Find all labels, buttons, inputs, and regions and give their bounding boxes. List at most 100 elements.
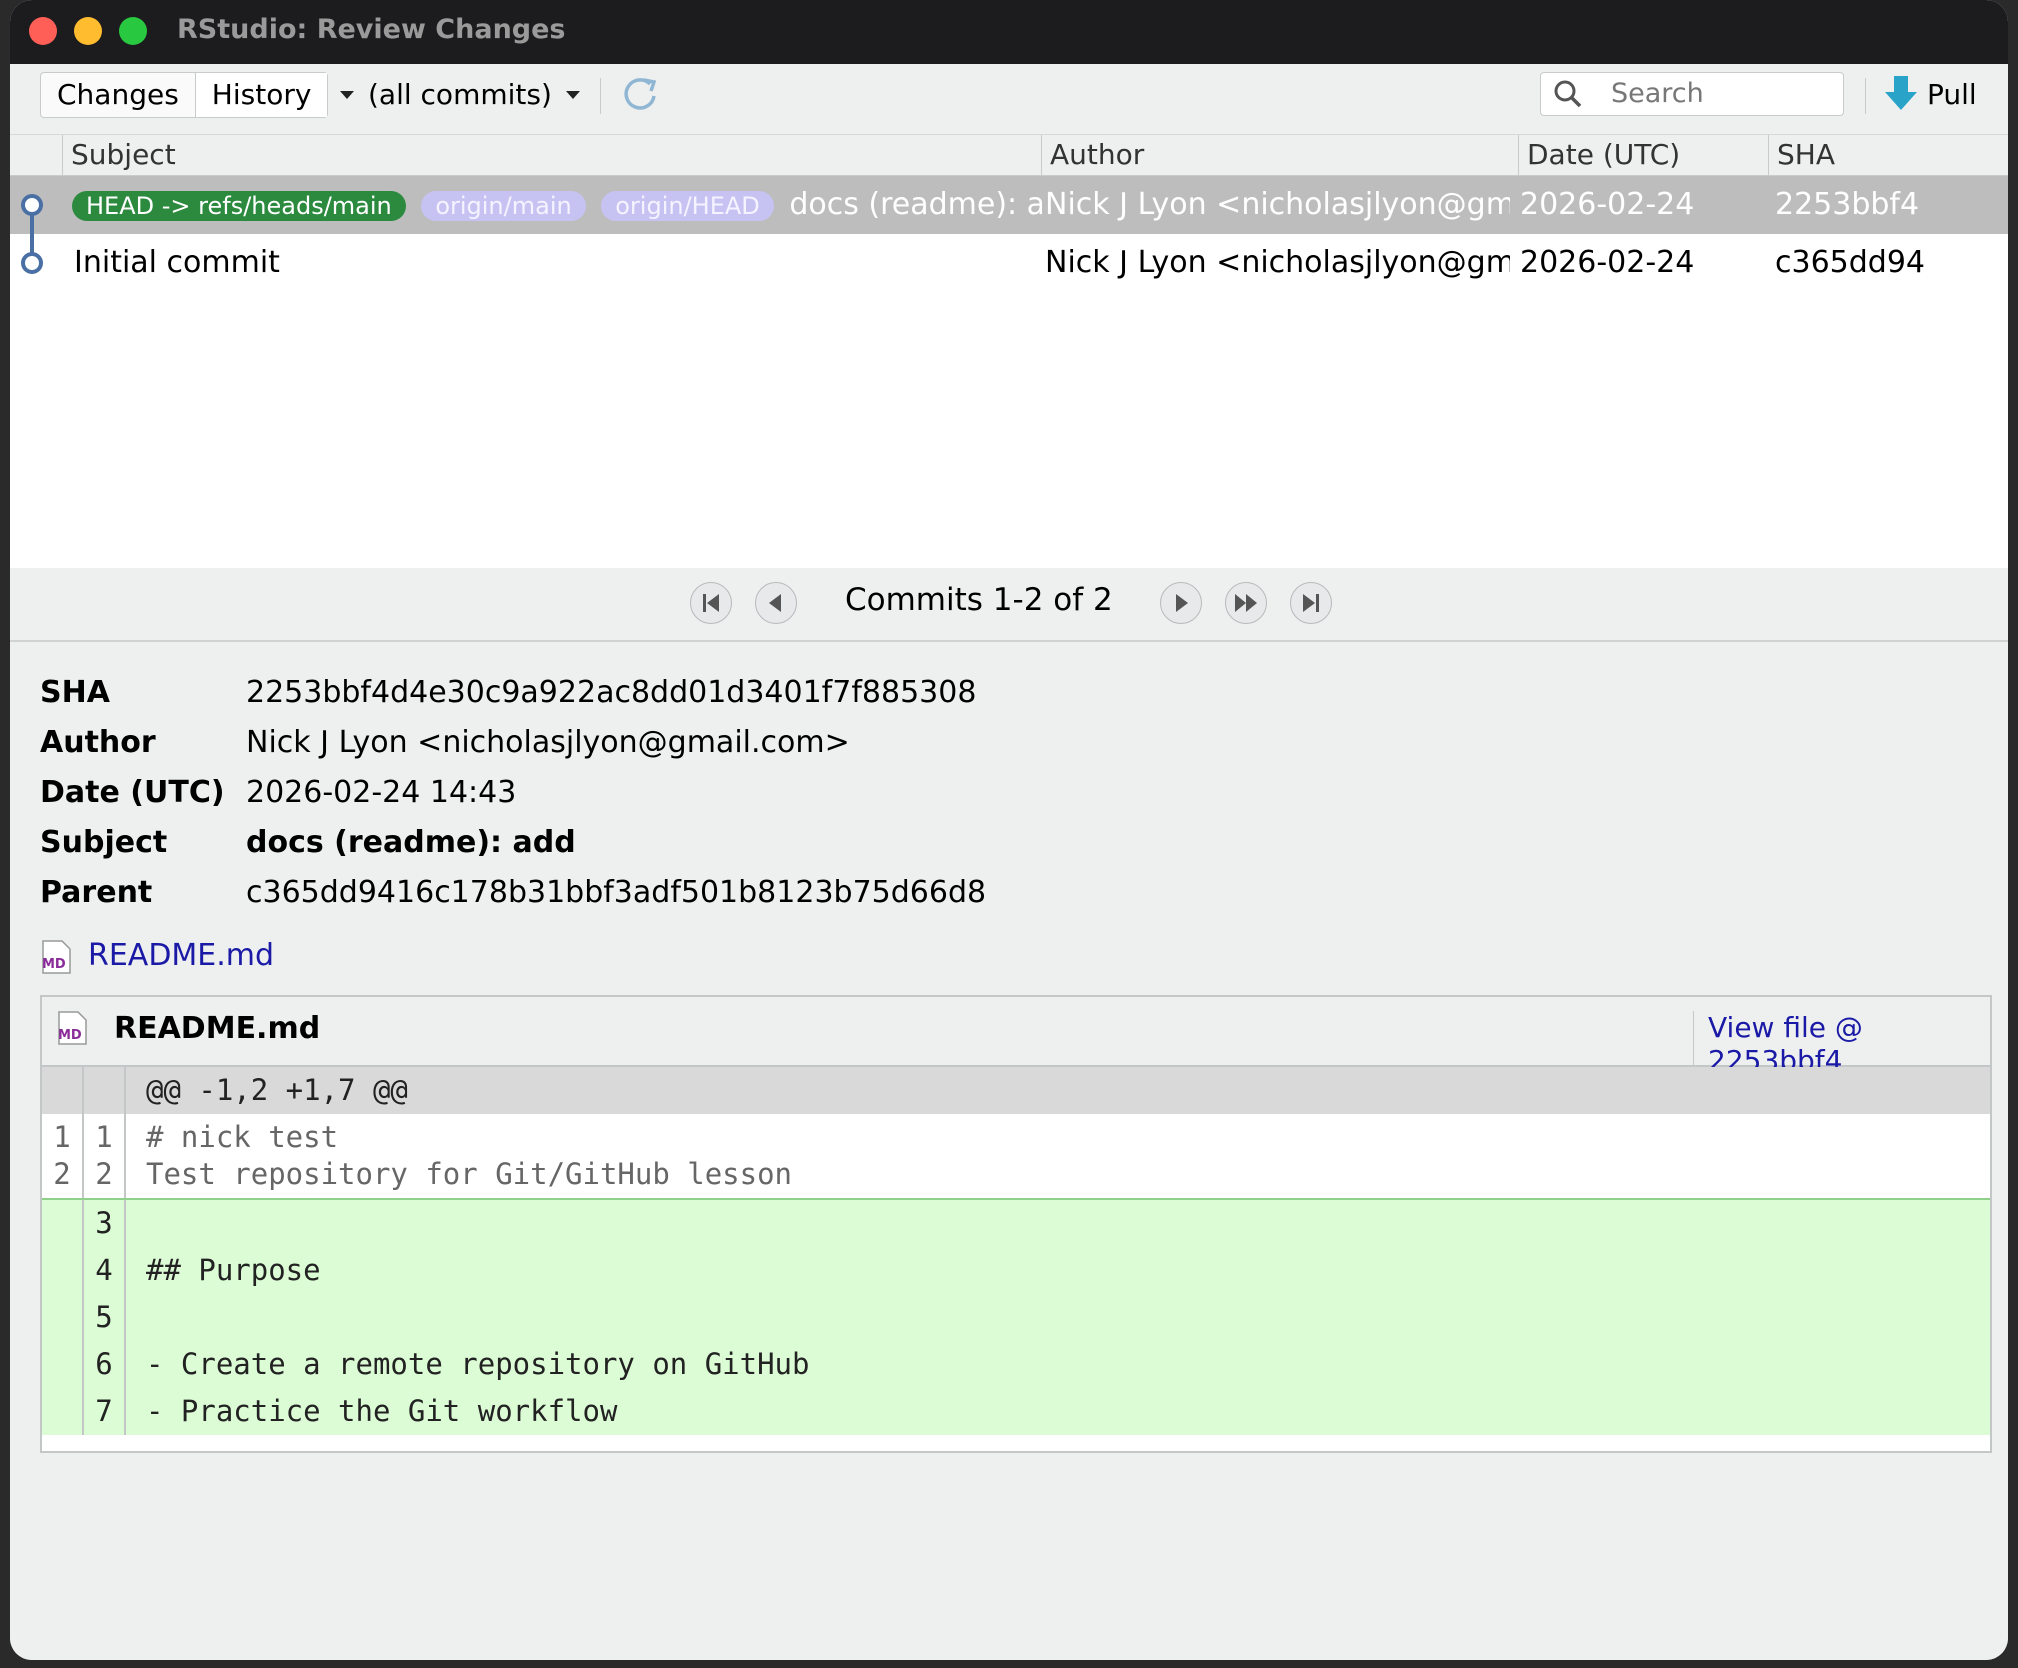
last-page-icon: [1303, 594, 1319, 612]
commit-subject-cell: HEAD -> refs/heads/main origin/main orig…: [72, 176, 1042, 234]
sha-label: SHA: [40, 675, 110, 710]
chevron-down-icon: [340, 90, 354, 99]
new-line-number: 7: [84, 1388, 126, 1435]
date-value: 2026-02-24 14:43: [246, 775, 517, 810]
old-line-number: [42, 1294, 84, 1341]
date-label: Date (UTC): [40, 775, 225, 810]
zoom-window-button[interactable]: [119, 17, 147, 45]
subject-value: docs (readme): add: [246, 825, 576, 860]
old-line-number: [42, 1067, 84, 1114]
commit-date: 2026-02-24: [1520, 187, 1695, 222]
commits-filter-label: (all commits): [368, 78, 552, 111]
commit-author: Nick J Lyon <nicholasjlyon@gmail.com>: [1045, 245, 1510, 280]
ref-tag-origin-head: origin/HEAD: [601, 190, 774, 221]
first-page-icon: [703, 594, 719, 612]
view-switcher: Changes History: [40, 72, 329, 118]
column-sha[interactable]: SHA: [1768, 135, 2007, 175]
fast-forward-button[interactable]: [1225, 582, 1267, 624]
search-input[interactable]: Search: [1611, 78, 1704, 109]
last-page-button[interactable]: [1290, 582, 1332, 624]
diff-line-added: 5: [42, 1294, 1990, 1341]
diff-line-added: 7 - Practice the Git workflow: [42, 1388, 1990, 1435]
commit-author: Nick J Lyon <nicholasjlyon@gmail.com>: [1045, 187, 1510, 222]
commit-subject: docs (readme): add: [789, 187, 1042, 222]
tab-history[interactable]: History: [194, 73, 328, 117]
graph-node: [21, 194, 43, 216]
commit-date: 2026-02-24: [1520, 245, 1695, 280]
next-page-button[interactable]: [1160, 582, 1202, 624]
window-title: RStudio: Review Changes: [177, 14, 566, 45]
ref-tag-head: HEAD -> refs/heads/main: [72, 190, 406, 221]
pull-label: Pull: [1927, 77, 1977, 111]
diff-file-name: README.md: [114, 1011, 321, 1046]
old-line-number: [42, 1341, 84, 1388]
old-line-number: 2: [42, 1151, 84, 1198]
new-line-number: 4: [84, 1247, 126, 1294]
diff-line-text: ## Purpose: [146, 1253, 321, 1287]
markdown-file-icon: MD: [58, 1011, 87, 1045]
old-line-number: [42, 1200, 84, 1247]
column-author[interactable]: Author: [1041, 135, 1410, 175]
changed-file-link[interactable]: README.md: [88, 938, 274, 973]
previous-page-icon: [769, 594, 781, 612]
commit-sha: 2253bbf4: [1775, 187, 1920, 222]
previous-page-button[interactable]: [755, 582, 797, 624]
refresh-button[interactable]: [618, 72, 662, 116]
commit-sha: c365dd94: [1775, 245, 1926, 280]
new-line-number: 5: [84, 1294, 126, 1341]
sha-value: 2253bbf4d4e30c9a922ac8dd01d3401f7f885308: [246, 675, 977, 710]
hunk-text: @@ -1,2 +1,7 @@: [146, 1073, 408, 1107]
markdown-badge: MD: [42, 957, 66, 972]
diff-line-added: 3: [42, 1200, 1990, 1247]
pull-button[interactable]: Pull: [1885, 72, 1977, 116]
diff-line-added: 6 - Create a remote repository on GitHub: [42, 1341, 1990, 1388]
column-date[interactable]: Date (UTC): [1518, 135, 1767, 175]
commit-row[interactable]: Initial commit Nick J Lyon <nicholasjlyo…: [10, 234, 2008, 292]
review-changes-window: RStudio: Review Changes Changes History …: [10, 0, 2008, 1660]
search-icon: [1554, 80, 1582, 108]
commit-grid-header: Subject Author Date (UTC) SHA: [10, 135, 2008, 176]
title-bar: RStudio: Review Changes: [10, 0, 2008, 64]
commit-graph: [21, 194, 43, 274]
diff-line-added: 4 ## Purpose: [42, 1247, 1990, 1294]
new-line-number: 6: [84, 1341, 126, 1388]
diff-line-text: Test repository for Git/GitHub lesson: [146, 1157, 793, 1191]
minimize-window-button[interactable]: [74, 17, 102, 45]
author-value: Nick J Lyon <nicholasjlyon@gmail.com>: [246, 725, 850, 760]
author-label: Author: [40, 725, 156, 760]
new-line-number: 2: [84, 1151, 126, 1198]
parent-value[interactable]: c365dd9416c178b31bbf3adf501b8123b75d66d8: [246, 875, 986, 910]
markdown-badge: MD: [58, 1028, 82, 1043]
column-subject[interactable]: Subject: [62, 135, 811, 175]
toolbar-divider: [600, 78, 601, 114]
search-box[interactable]: Search: [1540, 72, 1844, 116]
diff-header: MD README.md View file @ 2253bbf4: [42, 997, 1990, 1077]
old-line-number: [42, 1388, 84, 1435]
first-page-button[interactable]: [690, 582, 732, 624]
commit-row[interactable]: HEAD -> refs/heads/main origin/main orig…: [10, 176, 2008, 234]
chevron-down-icon: [565, 90, 580, 99]
toolbar: Changes History (all commits) Search Pul…: [10, 64, 2008, 135]
toolbar-divider: [1865, 78, 1866, 114]
close-window-button[interactable]: [29, 17, 57, 45]
diff-viewer: MD README.md View file @ 2253bbf4 @@ -1,…: [40, 995, 1992, 1453]
commit-subject: Initial commit: [74, 245, 280, 280]
pull-arrow-icon: [1885, 76, 1917, 110]
commit-list: HEAD -> refs/heads/main origin/main orig…: [10, 176, 2008, 568]
diff-hunk-header: @@ -1,2 +1,7 @@: [42, 1067, 1990, 1114]
diff-line-text: - Create a remote repository on GitHub: [146, 1347, 810, 1381]
graph-node: [21, 252, 43, 274]
tab-changes[interactable]: Changes: [41, 73, 195, 117]
diff-line-text: - Practice the Git workflow: [146, 1394, 618, 1428]
ref-tag-origin-main: origin/main: [421, 190, 586, 221]
commit-details: SHA 2253bbf4d4e30c9a922ac8dd01d3401f7f88…: [10, 645, 2008, 1660]
commits-filter-dropdown[interactable]: (all commits): [340, 78, 580, 111]
new-line-number: [84, 1067, 126, 1114]
subject-label: Subject: [40, 825, 168, 860]
markdown-file-icon: MD: [42, 940, 71, 974]
diff-line: 2 2 Test repository for Git/GitHub lesso…: [42, 1151, 1990, 1200]
old-line-number: [42, 1247, 84, 1294]
fast-forward-icon: [1235, 594, 1257, 612]
new-line-number: 3: [84, 1200, 126, 1247]
pager: Commits 1-2 of 2: [10, 568, 2008, 642]
